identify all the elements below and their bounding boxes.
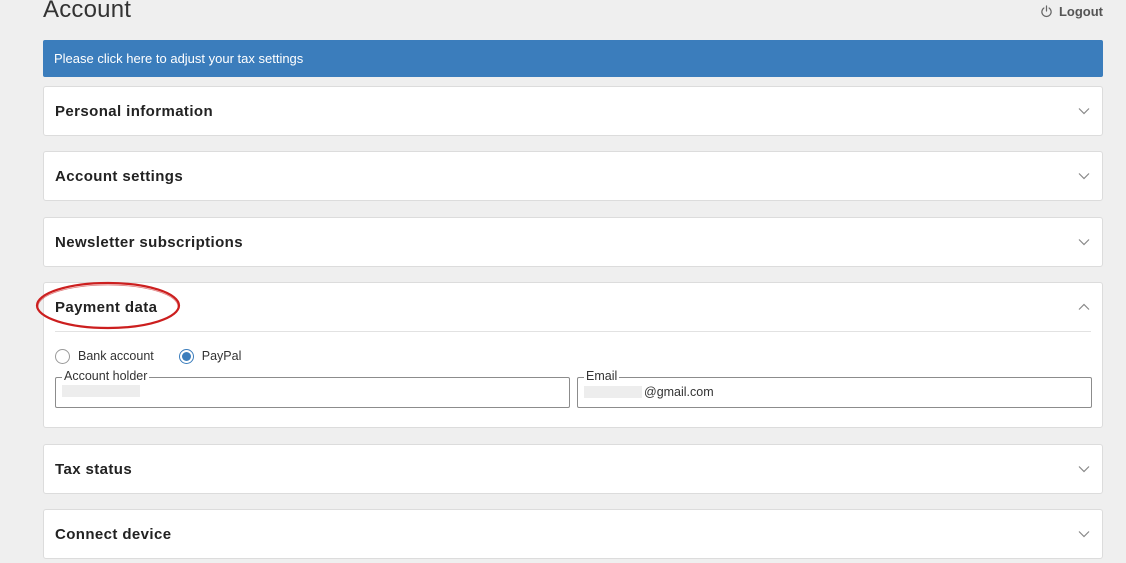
account-holder-value [62,385,142,397]
payment-fields: Account holder Email @gmail.com [44,365,1102,425]
personal-information-section: Personal information [43,86,1103,136]
personal-information-header[interactable]: Personal information [44,87,1102,135]
connect-device-header[interactable]: Connect device [44,510,1102,558]
newsletter-subscriptions-section: Newsletter subscriptions [43,217,1103,267]
chevron-down-icon [1078,172,1090,180]
divider [55,331,1091,332]
redacted-text [584,386,642,398]
chevron-down-icon [1078,238,1090,246]
payment-method-paypal[interactable]: PayPal [178,348,242,364]
section-title: Personal information [55,102,214,120]
radio-label: Bank account [78,349,154,363]
account-settings-section: Account settings [43,151,1103,201]
section-title: Newsletter subscriptions [55,233,243,251]
section-title: Connect device [55,525,172,543]
email-field[interactable]: Email @gmail.com [577,369,1092,408]
account-settings-header[interactable]: Account settings [44,152,1102,200]
account-holder-field[interactable]: Account holder [55,369,570,408]
section-title: Payment data [55,298,158,316]
chevron-down-icon [1078,465,1090,473]
power-icon [1040,5,1053,18]
logout-button[interactable]: Logout [1040,4,1103,19]
tax-status-header[interactable]: Tax status [44,445,1102,493]
field-label: Account holder [62,369,150,384]
newsletter-subscriptions-header[interactable]: Newsletter subscriptions [44,218,1102,266]
field-label: Email [584,369,620,384]
radio-button[interactable] [55,348,70,364]
connect-device-section: Connect device [43,509,1103,559]
email-value: @gmail.com [584,385,714,399]
tax-settings-banner[interactable]: Please click here to adjust your tax set… [43,40,1103,77]
email-suffix: @gmail.com [644,385,714,399]
chevron-down-icon [1078,107,1090,115]
section-title: Account settings [55,167,184,185]
chevron-up-icon [1078,303,1090,311]
section-title: Tax status [55,460,133,478]
chevron-down-icon [1078,530,1090,538]
tax-status-section: Tax status [43,444,1103,494]
payment-method-group: Bank account PayPal [55,347,1102,365]
page-title: Account [43,0,132,23]
payment-data-header[interactable]: Payment data [44,283,1102,331]
logout-label: Logout [1058,4,1103,19]
radio-button-selected[interactable] [178,348,194,364]
payment-data-section: Payment data Bank account PayPal Account… [43,282,1103,428]
redacted-text [62,385,140,397]
radio-label: PayPal [201,349,242,363]
payment-method-bank-account[interactable]: Bank account [55,348,154,364]
